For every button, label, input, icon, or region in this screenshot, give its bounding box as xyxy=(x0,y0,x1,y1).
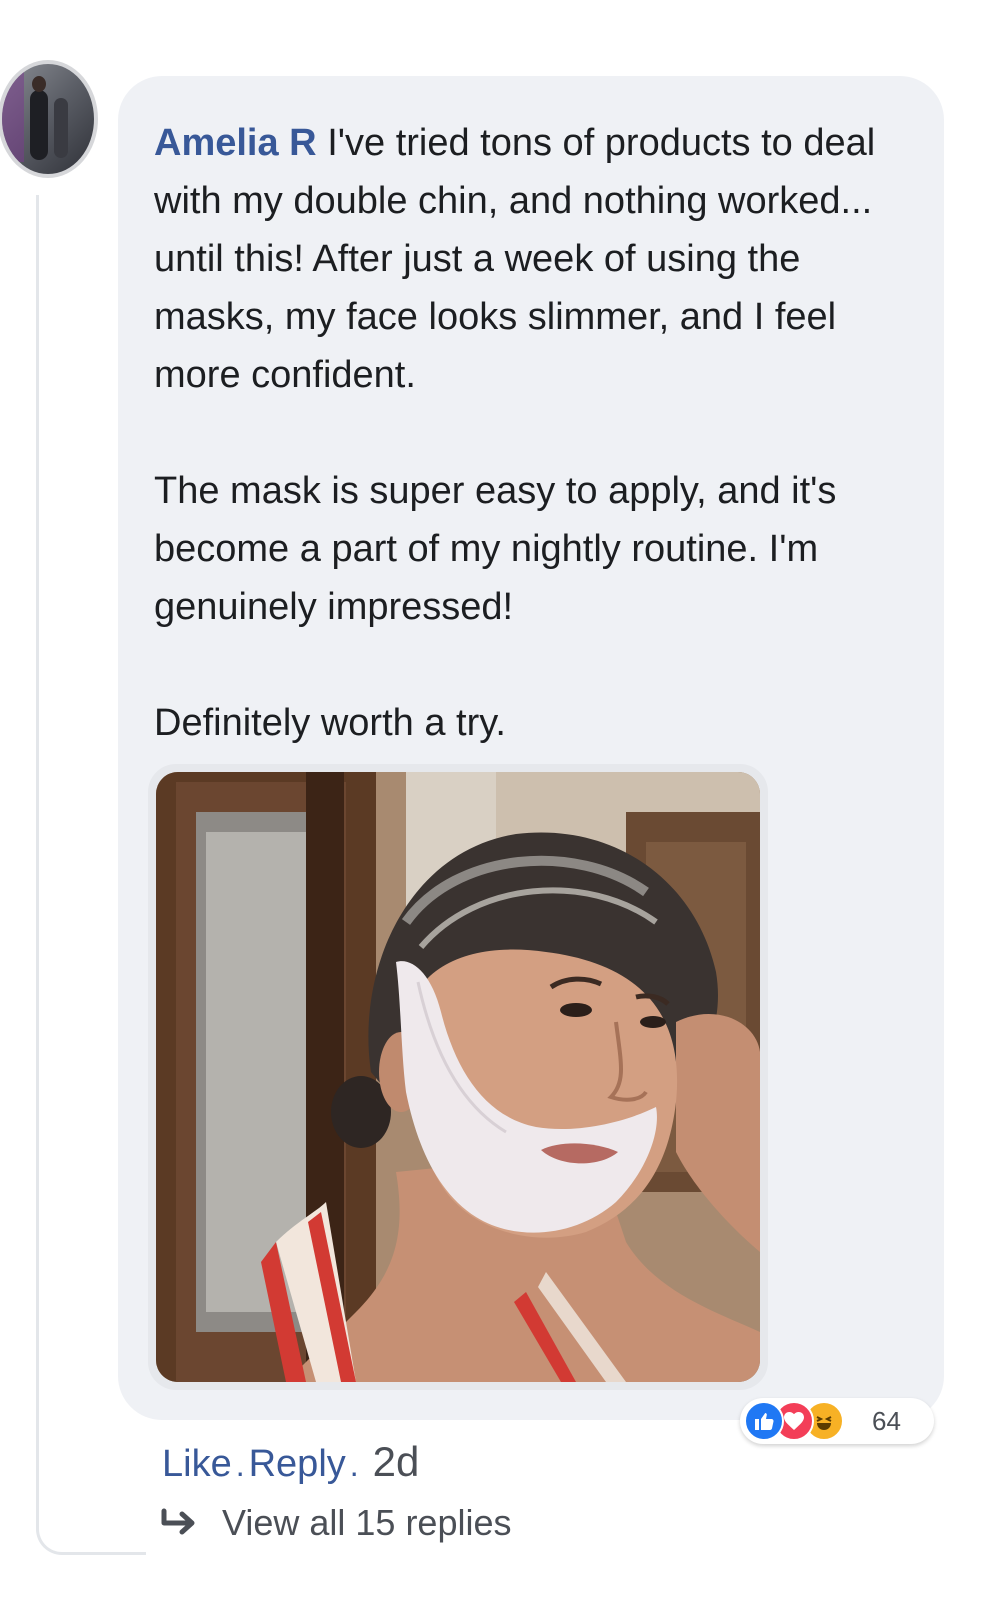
action-separator: . xyxy=(349,1447,359,1483)
avatar-background-frame xyxy=(2,72,24,162)
comment-paragraph-2: The mask is super easy to apply, and it'… xyxy=(154,470,837,628)
comment-paragraph-1: Amelia R I've tried tons of products to … xyxy=(154,114,924,404)
avatar-figure xyxy=(54,98,68,158)
avatar[interactable] xyxy=(0,60,98,178)
view-replies-link[interactable]: View all 15 replies xyxy=(160,1500,512,1546)
reaction-count: 64 xyxy=(872,1406,901,1436)
photo-illustration xyxy=(156,772,760,1382)
comment-paragraph-3: Definitely worth a try. xyxy=(154,702,506,744)
reactions-summary[interactable]: 64 xyxy=(740,1398,934,1444)
author-name[interactable]: Amelia R xyxy=(154,122,317,164)
avatar-figure xyxy=(30,76,48,160)
comment-body: Amelia R I've tried tons of products to … xyxy=(154,114,924,810)
reply-arrow-icon xyxy=(161,1508,195,1535)
action-separator: . xyxy=(235,1447,245,1483)
view-replies-label: View all 15 replies xyxy=(222,1502,512,1543)
comment-page: Amelia R I've tried tons of products to … xyxy=(0,0,1000,1600)
comment-actions: Like. Reply. 2d xyxy=(162,1438,419,1489)
reply-button[interactable]: Reply xyxy=(249,1443,346,1485)
like-button[interactable]: Like xyxy=(162,1443,232,1485)
photo-attachment[interactable] xyxy=(156,772,760,1382)
like-icon xyxy=(744,1401,784,1441)
comment-timestamp[interactable]: 2d xyxy=(373,1438,420,1485)
